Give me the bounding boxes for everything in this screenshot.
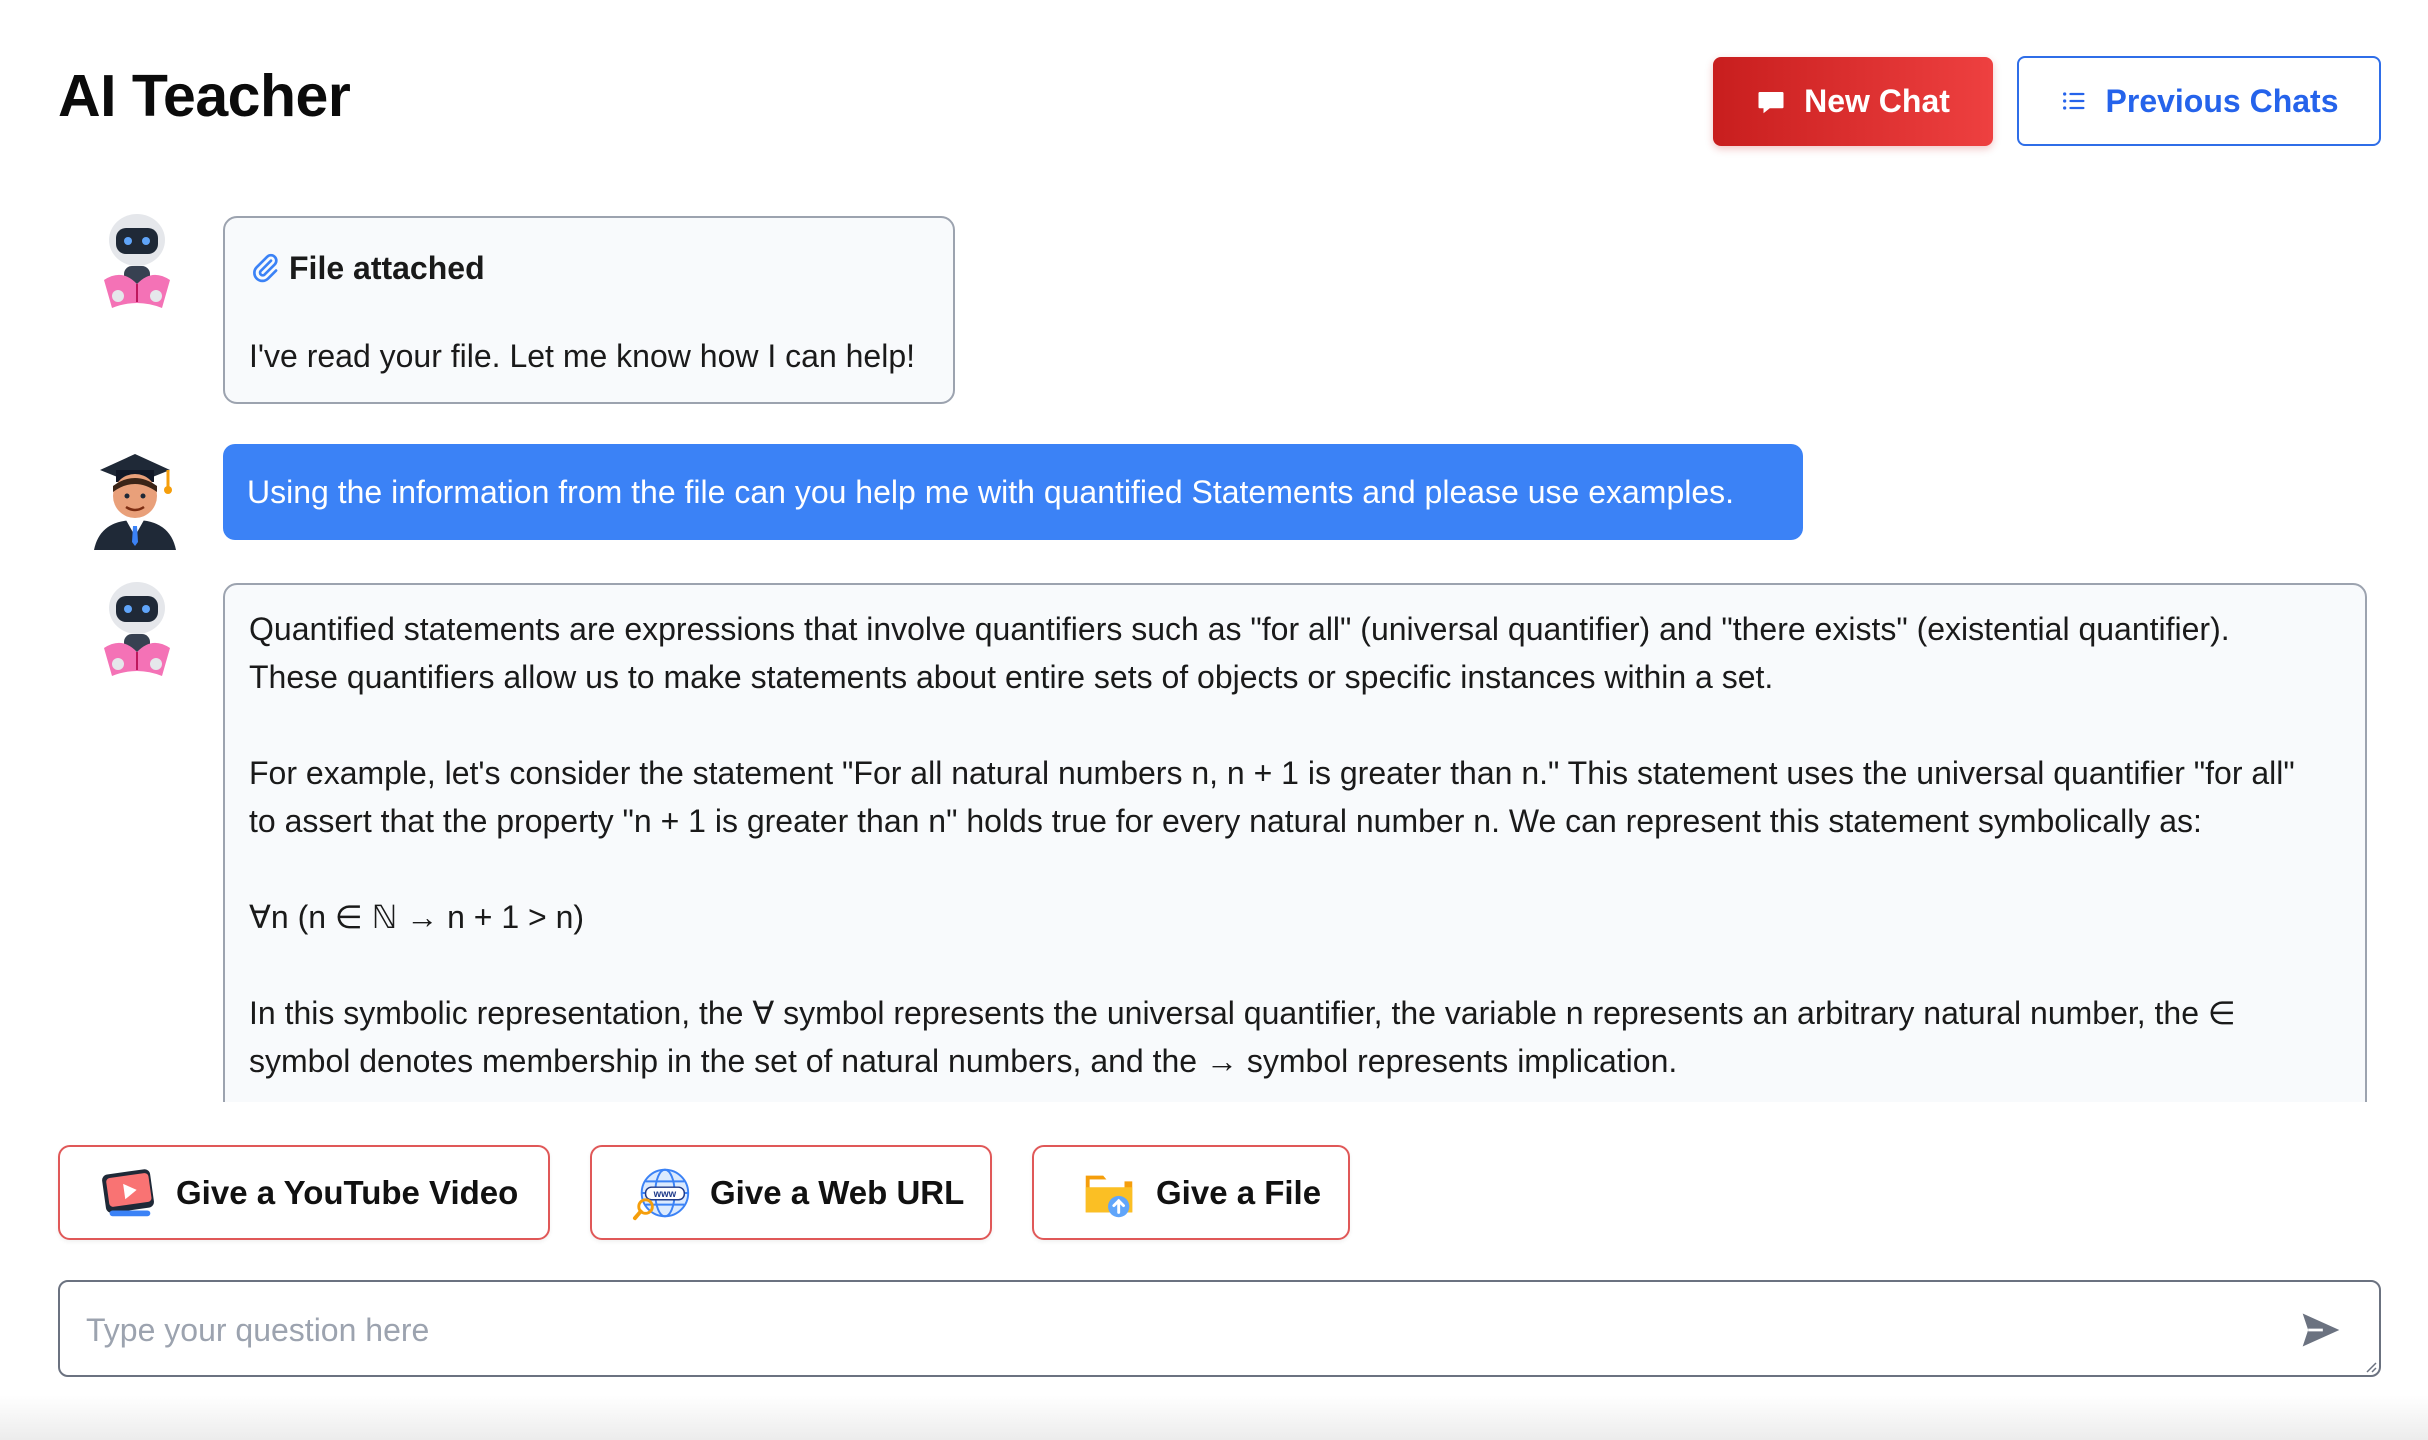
new-chat-label: New Chat	[1804, 83, 1950, 119]
student-avatar-icon	[94, 454, 176, 550]
web-url-label: Give a Web URL	[710, 1173, 965, 1211]
send-icon[interactable]	[2299, 1308, 2343, 1352]
chat-area[interactable]: File attached I've read your file. Let m…	[0, 190, 2428, 1102]
youtube-video-button[interactable]: Give a YouTube Video	[58, 1145, 550, 1240]
robot-avatar-icon	[104, 214, 170, 308]
file-button[interactable]: Give a File	[1032, 1145, 1350, 1240]
video-player-icon	[102, 1168, 154, 1216]
question-input[interactable]	[84, 1300, 2268, 1360]
robot-avatar-icon	[104, 582, 170, 676]
web-url-button[interactable]: www Give a Web URL	[590, 1145, 992, 1240]
user-message: Using the information from the file can …	[223, 444, 1803, 540]
header: AI Teacher New Chat Previous Chats	[0, 0, 2428, 190]
previous-chats-button[interactable]: Previous Chats	[2017, 56, 2381, 146]
youtube-video-label: Give a YouTube Video	[176, 1173, 519, 1211]
folder-upload-icon	[1085, 1175, 1133, 1217]
bot-paragraph: For example, let's consider the statemen…	[249, 755, 2295, 839]
paperclip-icon	[253, 253, 278, 283]
bot-paragraph: Quantified statements are expressions th…	[249, 611, 2230, 695]
chat-bubble-icon	[1758, 91, 1784, 113]
list-icon	[2062, 92, 2085, 110]
bot-message-file-attached: File attached I've read your file. Let m…	[223, 216, 955, 404]
page-title: AI Teacher	[58, 63, 351, 129]
globe-www-icon: www	[632, 1168, 690, 1220]
bot-message-explanation: Quantified statements are expressions th…	[223, 583, 2367, 1102]
new-chat-button[interactable]: New Chat	[1713, 57, 1993, 146]
file-label: Give a File	[1156, 1173, 1322, 1211]
bot-formula: ∀n (n ∈ ℕ → n + 1 > n)	[249, 899, 585, 935]
bottom-shadow	[0, 1395, 2428, 1440]
bot-message-text: I've read your file. Let me know how I c…	[249, 338, 916, 374]
composer	[58, 1280, 2381, 1377]
file-attached-title: File attached	[249, 244, 929, 292]
bot-paragraph: In this symbolic representation, the ∀ s…	[249, 995, 2236, 1079]
svg-text:www: www	[653, 1188, 677, 1199]
previous-chats-label: Previous Chats	[2105, 82, 2339, 119]
resize-handle-icon[interactable]	[2363, 1359, 2377, 1373]
